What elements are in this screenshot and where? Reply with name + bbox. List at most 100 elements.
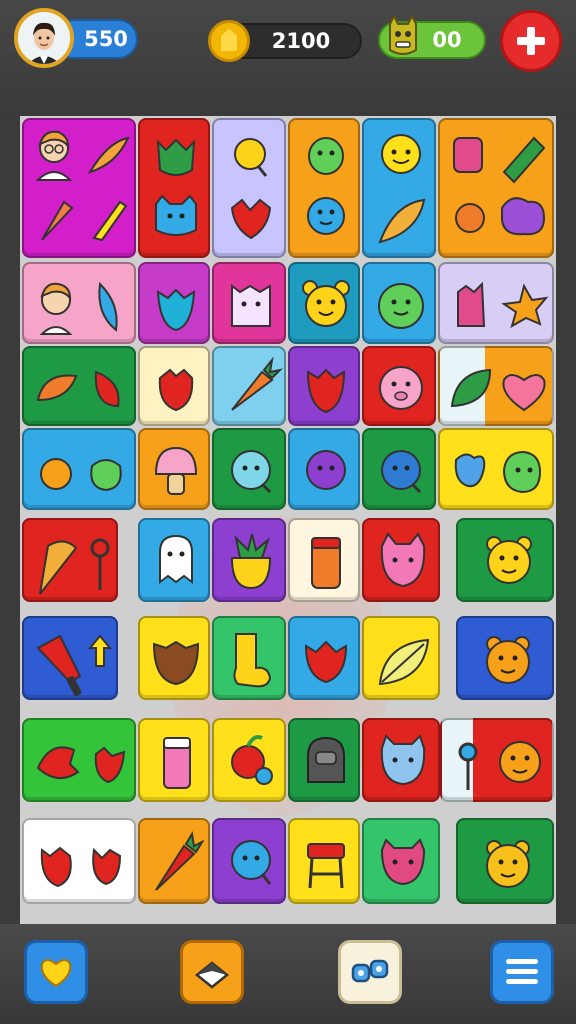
person-and-feather-icons — [35, 130, 130, 242]
mushroom-icon — [154, 446, 198, 495]
tile[interactable] — [456, 818, 554, 904]
coin-icon — [208, 20, 250, 62]
tile[interactable] — [440, 718, 554, 802]
tile[interactable] — [288, 118, 360, 258]
tile[interactable] — [362, 262, 436, 344]
tile[interactable] — [212, 518, 286, 602]
tile[interactable] — [212, 616, 286, 700]
person-and-leaf-icons — [39, 281, 118, 335]
tile[interactable] — [22, 818, 136, 904]
tile[interactable] — [212, 118, 286, 258]
goggles-button[interactable] — [338, 940, 402, 1004]
tile[interactable] — [362, 118, 436, 258]
leaf-icons — [36, 370, 120, 408]
tile[interactable] — [288, 346, 360, 426]
bird-and-leaf-icons — [36, 746, 126, 784]
mixed-icons — [453, 136, 546, 236]
cube-button[interactable] — [180, 940, 244, 1004]
tile[interactable] — [456, 616, 554, 700]
tile[interactable] — [438, 428, 554, 510]
bear-face-icon — [302, 280, 350, 327]
apple-icon — [231, 735, 273, 785]
tile[interactable] — [362, 718, 440, 802]
tile[interactable] — [22, 346, 136, 426]
player-avatar[interactable] — [14, 8, 74, 68]
monster-icons — [155, 138, 197, 236]
menu-button[interactable] — [490, 940, 554, 1004]
blue-cat-face-icon — [380, 734, 426, 786]
tile[interactable] — [362, 428, 436, 510]
pink-cat-face-icon — [380, 532, 426, 588]
tile[interactable] — [438, 346, 554, 426]
tile[interactable] — [212, 262, 286, 344]
jar-icon — [311, 537, 341, 589]
ghost-icon — [159, 534, 193, 584]
frog-face-icon — [378, 283, 424, 329]
hammer-and-arrow-icons — [36, 634, 113, 697]
tile[interactable] — [288, 262, 360, 344]
tile[interactable] — [212, 346, 286, 426]
tile[interactable] — [138, 346, 210, 426]
gorilla-icon — [307, 736, 345, 783]
pig-face-icon — [379, 366, 423, 410]
red-bug-icons — [40, 846, 122, 888]
tile[interactable] — [212, 428, 286, 510]
carrot-icon — [155, 831, 205, 891]
brown-animal-icon — [152, 640, 200, 686]
goggles-icon — [351, 959, 389, 983]
leaf-and-heart-icons — [450, 368, 546, 412]
tile[interactable] — [362, 518, 440, 602]
tile[interactable] — [288, 818, 360, 904]
pink-cat-face-icon — [380, 838, 426, 886]
tile[interactable] — [456, 518, 554, 602]
tile[interactable] — [138, 118, 210, 258]
tile[interactable] — [438, 118, 554, 258]
heart-icon — [40, 959, 72, 988]
tile[interactable] — [288, 518, 360, 602]
tile[interactable] — [288, 718, 360, 802]
blue-blob-icon — [381, 450, 422, 494]
turnip-icon — [230, 533, 272, 590]
tile[interactable] — [362, 616, 440, 700]
tile[interactable] — [212, 718, 286, 802]
tile[interactable] — [212, 818, 286, 904]
tile[interactable] — [288, 616, 360, 700]
lives-value: 00 — [432, 28, 462, 52]
tile[interactable] — [362, 818, 440, 904]
add-button[interactable] — [500, 10, 562, 72]
leaf-icon — [378, 638, 430, 686]
tile[interactable] — [288, 428, 360, 510]
blob-face-icon — [231, 450, 272, 494]
coin-value: 2100 — [271, 29, 331, 53]
menu-icon — [506, 959, 538, 984]
tile[interactable] — [138, 718, 210, 802]
tile[interactable] — [22, 518, 118, 602]
heart-button[interactable] — [24, 940, 88, 1004]
creature-icons — [307, 137, 345, 235]
creature-icon — [156, 288, 196, 332]
tile[interactable] — [22, 118, 136, 258]
carrot-icon — [231, 356, 284, 411]
face-and-leaf-icons — [378, 134, 426, 244]
drink-cup-icon — [163, 737, 191, 789]
tulip-icon — [304, 640, 348, 684]
chair-icon — [307, 843, 345, 889]
monster-badge-icon — [389, 14, 417, 55]
sock-creature-icon — [233, 633, 272, 688]
tile[interactable] — [22, 262, 136, 344]
tile[interactable] — [138, 518, 210, 602]
fruit-icons — [40, 458, 122, 492]
blue-blob-icon — [231, 840, 272, 885]
tile[interactable] — [138, 428, 210, 510]
tile[interactable] — [22, 616, 118, 700]
tile[interactable] — [138, 616, 210, 700]
tile[interactable] — [438, 262, 554, 344]
tile[interactable] — [22, 718, 136, 802]
tile[interactable] — [22, 428, 136, 510]
tile[interactable] — [362, 346, 436, 426]
bear-face-icon — [486, 536, 532, 584]
top-bar — [0, 0, 576, 118]
tile[interactable] — [138, 818, 210, 904]
tile[interactable] — [138, 262, 210, 344]
pink-box-and-star-icons — [457, 281, 549, 329]
